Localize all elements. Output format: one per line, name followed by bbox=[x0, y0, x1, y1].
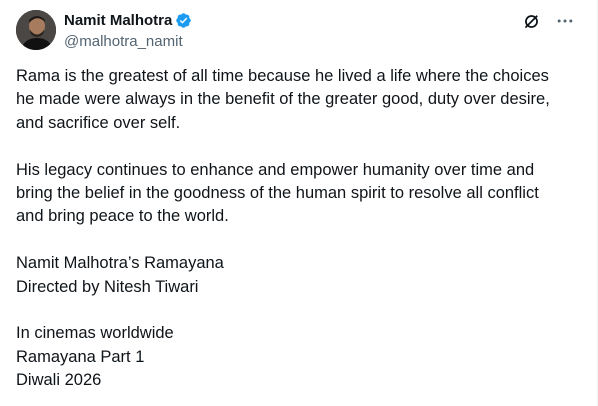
tweet-text-line: Directed by Nitesh Tiwari bbox=[16, 277, 199, 296]
tweet-header: Namit Malhotra @malhotra_namit bbox=[64, 11, 192, 51]
tweet-text-line: Ramayana Part 1 bbox=[16, 347, 145, 366]
verified-badge-icon[interactable] bbox=[175, 12, 192, 29]
tweet-text-line: and bring peace to the world. bbox=[16, 207, 229, 226]
tweet-text-line: In cinemas worldwide bbox=[16, 324, 174, 343]
author-handle[interactable]: @malhotra_namit bbox=[64, 32, 192, 51]
tweet-text-line: His legacy continues to enhance and empo… bbox=[16, 160, 535, 179]
tweet-text-line: Rama is the greatest of all time because… bbox=[16, 67, 549, 85]
tweet-text-line: Diwali 2026 bbox=[16, 371, 102, 390]
tweet-text-line: and sacrifice over self. bbox=[16, 113, 181, 132]
tweet-body: Rama is the greatest of all time because… bbox=[16, 65, 586, 392]
author-name[interactable]: Namit Malhotra bbox=[64, 11, 172, 30]
tweet-text-line: Namit Malhotra’s Ramayana bbox=[16, 254, 224, 273]
tweet-card: Namit Malhotra @malhotra_namit Rama is t… bbox=[0, 0, 598, 406]
tweet-text-line: he made were always in the benefit of th… bbox=[16, 90, 550, 109]
name-row: Namit Malhotra bbox=[64, 11, 192, 30]
top-actions bbox=[521, 11, 575, 31]
grok-icon[interactable] bbox=[521, 11, 541, 31]
avatar[interactable] bbox=[16, 10, 56, 50]
more-options-icon[interactable] bbox=[555, 11, 575, 31]
avatar-image bbox=[16, 10, 56, 50]
tweet-text-line: bring the belief in the goodness of the … bbox=[16, 183, 539, 202]
